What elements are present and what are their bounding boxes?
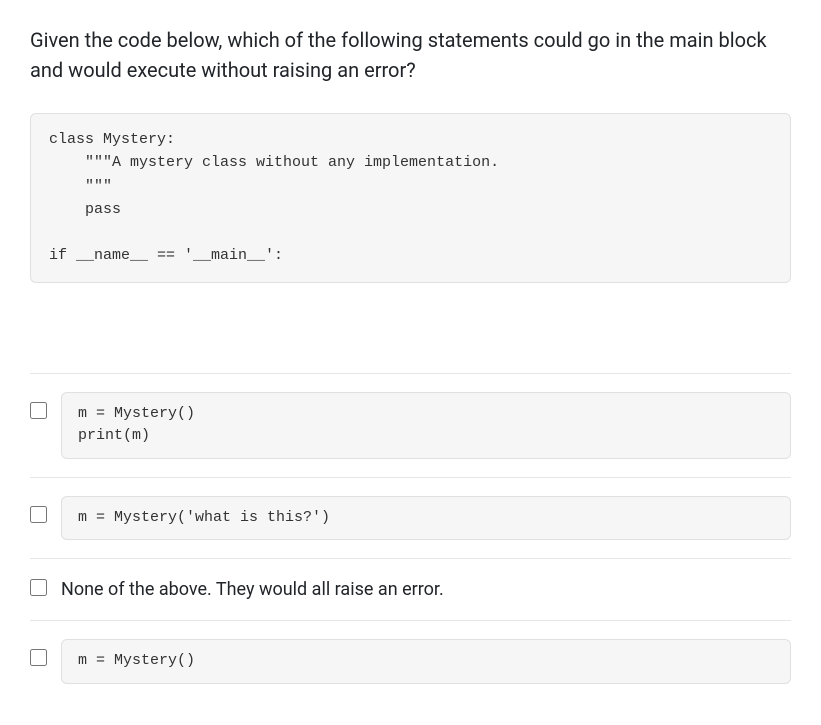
option-checkbox-1[interactable] xyxy=(30,402,47,419)
option-code-1: m = Mystery() print(m) xyxy=(61,392,791,459)
question-text: Given the code below, which of the follo… xyxy=(30,25,791,85)
option-row-2: m = Mystery('what is this?') xyxy=(30,478,791,560)
option-row-4: m = Mystery() xyxy=(30,621,791,684)
option-code-2: m = Mystery('what is this?') xyxy=(61,496,791,541)
option-row-1: m = Mystery() print(m) xyxy=(30,374,791,478)
option-checkbox-4[interactable] xyxy=(30,649,47,666)
option-text-3: None of the above. They would all raise … xyxy=(61,577,791,602)
option-row-3: None of the above. They would all raise … xyxy=(30,559,791,621)
option-checkbox-3[interactable] xyxy=(30,579,47,596)
option-checkbox-2[interactable] xyxy=(30,506,47,523)
option-code-4: m = Mystery() xyxy=(61,639,791,684)
options-container: m = Mystery() print(m) m = Mystery('what… xyxy=(30,373,791,684)
question-code-block: class Mystery: """A mystery class withou… xyxy=(30,113,791,283)
